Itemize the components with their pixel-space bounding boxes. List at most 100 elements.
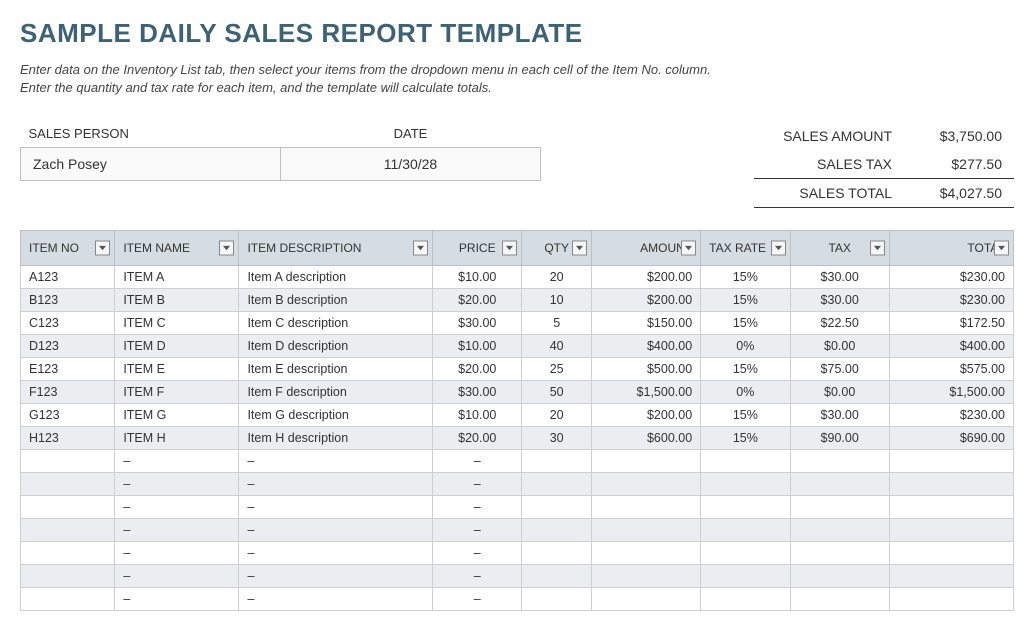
cell-qty[interactable] (522, 542, 592, 565)
cell-item-no[interactable]: A123 (21, 266, 115, 289)
cell-item-description[interactable]: – (239, 565, 433, 588)
cell-qty[interactable] (522, 519, 592, 542)
cell-amount[interactable] (591, 450, 700, 473)
cell-price[interactable]: $20.00 (433, 427, 522, 450)
cell-total[interactable] (889, 473, 1013, 496)
cell-price[interactable]: – (433, 450, 522, 473)
cell-tax[interactable] (790, 473, 889, 496)
cell-tax-rate[interactable]: 0% (701, 381, 790, 404)
cell-amount[interactable]: $200.00 (591, 289, 700, 312)
cell-tax[interactable] (790, 588, 889, 611)
cell-item-name[interactable]: – (115, 473, 239, 496)
cell-item-no[interactable]: C123 (21, 312, 115, 335)
cell-item-name[interactable]: – (115, 588, 239, 611)
cell-item-name[interactable]: – (115, 542, 239, 565)
cell-item-name[interactable]: ITEM D (115, 335, 239, 358)
cell-item-description[interactable]: Item A description (239, 266, 433, 289)
cell-item-description[interactable]: – (239, 450, 433, 473)
cell-price[interactable]: $10.00 (433, 335, 522, 358)
cell-tax[interactable]: $30.00 (790, 266, 889, 289)
cell-amount[interactable] (591, 565, 700, 588)
cell-total[interactable] (889, 450, 1013, 473)
cell-item-no[interactable] (21, 588, 115, 611)
cell-qty[interactable]: 20 (522, 266, 592, 289)
cell-tax-rate[interactable]: 0% (701, 335, 790, 358)
cell-qty[interactable] (522, 588, 592, 611)
cell-amount[interactable]: $600.00 (591, 427, 700, 450)
cell-tax[interactable]: $0.00 (790, 381, 889, 404)
cell-item-no[interactable] (21, 473, 115, 496)
cell-total[interactable]: $172.50 (889, 312, 1013, 335)
cell-price[interactable]: – (433, 542, 522, 565)
filter-dropdown-icon[interactable] (870, 241, 885, 256)
cell-tax[interactable] (790, 565, 889, 588)
cell-item-description[interactable]: Item D description (239, 335, 433, 358)
cell-item-no[interactable]: F123 (21, 381, 115, 404)
cell-item-description[interactable]: Item H description (239, 427, 433, 450)
cell-tax[interactable] (790, 542, 889, 565)
cell-price[interactable]: $10.00 (433, 404, 522, 427)
cell-amount[interactable]: $500.00 (591, 358, 700, 381)
cell-item-no[interactable]: D123 (21, 335, 115, 358)
cell-qty[interactable] (522, 450, 592, 473)
cell-item-description[interactable]: Item C description (239, 312, 433, 335)
cell-tax-rate[interactable] (701, 519, 790, 542)
filter-dropdown-icon[interactable] (95, 241, 110, 256)
cell-item-name[interactable]: ITEM C (115, 312, 239, 335)
cell-item-no[interactable]: H123 (21, 427, 115, 450)
cell-tax-rate[interactable] (701, 542, 790, 565)
cell-tax-rate[interactable] (701, 565, 790, 588)
cell-amount[interactable] (591, 496, 700, 519)
cell-item-no[interactable]: B123 (21, 289, 115, 312)
cell-price[interactable]: $30.00 (433, 312, 522, 335)
cell-item-description[interactable]: Item B description (239, 289, 433, 312)
cell-item-description[interactable]: – (239, 473, 433, 496)
cell-total[interactable]: $400.00 (889, 335, 1013, 358)
cell-price[interactable]: – (433, 496, 522, 519)
cell-item-no[interactable]: E123 (21, 358, 115, 381)
cell-qty[interactable]: 30 (522, 427, 592, 450)
cell-amount[interactable]: $150.00 (591, 312, 700, 335)
cell-tax-rate[interactable] (701, 450, 790, 473)
cell-total[interactable] (889, 496, 1013, 519)
cell-item-no[interactable] (21, 496, 115, 519)
cell-amount[interactable] (591, 542, 700, 565)
cell-price[interactable]: $30.00 (433, 381, 522, 404)
cell-qty[interactable]: 50 (522, 381, 592, 404)
cell-tax[interactable] (790, 519, 889, 542)
cell-total[interactable] (889, 542, 1013, 565)
cell-price[interactable]: – (433, 565, 522, 588)
filter-dropdown-icon[interactable] (572, 241, 587, 256)
cell-item-description[interactable]: – (239, 496, 433, 519)
cell-item-name[interactable]: ITEM H (115, 427, 239, 450)
cell-qty[interactable] (522, 473, 592, 496)
filter-dropdown-icon[interactable] (681, 241, 696, 256)
cell-qty[interactable]: 40 (522, 335, 592, 358)
cell-item-description[interactable]: – (239, 519, 433, 542)
cell-tax-rate[interactable]: 15% (701, 404, 790, 427)
cell-item-description[interactable]: Item F description (239, 381, 433, 404)
cell-total[interactable]: $230.00 (889, 404, 1013, 427)
cell-total[interactable]: $1,500.00 (889, 381, 1013, 404)
filter-dropdown-icon[interactable] (219, 241, 234, 256)
cell-tax[interactable]: $0.00 (790, 335, 889, 358)
cell-qty[interactable]: 5 (522, 312, 592, 335)
cell-total[interactable]: $230.00 (889, 289, 1013, 312)
cell-item-name[interactable]: ITEM A (115, 266, 239, 289)
cell-item-no[interactable] (21, 542, 115, 565)
cell-tax[interactable]: $22.50 (790, 312, 889, 335)
cell-item-name[interactable]: ITEM E (115, 358, 239, 381)
cell-price[interactable]: – (433, 473, 522, 496)
cell-qty[interactable]: 20 (522, 404, 592, 427)
cell-item-name[interactable]: – (115, 450, 239, 473)
cell-tax-rate[interactable]: 15% (701, 312, 790, 335)
cell-price[interactable]: – (433, 588, 522, 611)
filter-dropdown-icon[interactable] (994, 241, 1009, 256)
cell-tax[interactable]: $30.00 (790, 289, 889, 312)
cell-qty[interactable]: 25 (522, 358, 592, 381)
date-input[interactable]: 11/30/28 (281, 148, 541, 181)
cell-item-name[interactable]: – (115, 496, 239, 519)
cell-item-description[interactable]: – (239, 588, 433, 611)
cell-tax-rate[interactable]: 15% (701, 427, 790, 450)
cell-amount[interactable] (591, 588, 700, 611)
